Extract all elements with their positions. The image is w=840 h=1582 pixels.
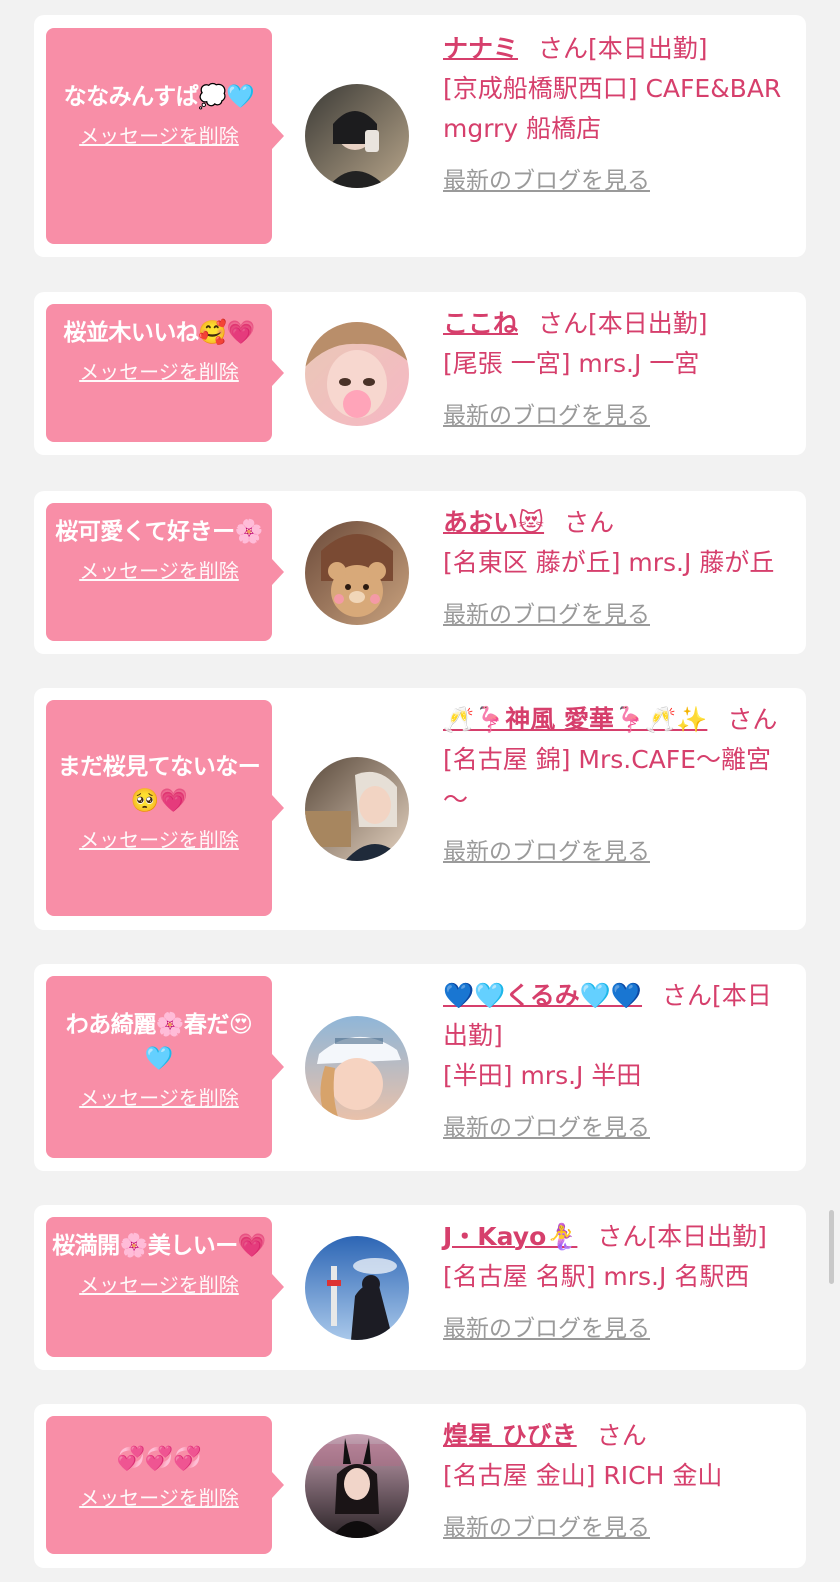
message-bubble: まだ桜見てないなー🥺💗 メッセージを削除 — [46, 700, 284, 916]
name-line: ここね さん[本日出勤] — [443, 304, 793, 344]
latest-blog-link[interactable]: 最新のブログを見る — [443, 161, 650, 195]
message-list: ななみんすぱ💭🩵 メッセージを削除 ナナミ さん[本日出勤] [京成船橋駅西口] … — [0, 0, 840, 1582]
honorific: さん — [596, 1421, 647, 1450]
shop-text: [名古屋 名駅] mrs.J 名駅西 — [443, 1262, 750, 1291]
honorific: さん — [662, 981, 713, 1010]
status-text: [本日出勤] — [588, 34, 708, 63]
name-line: 煌星 ひびき さん — [443, 1416, 793, 1456]
status-text: [本日出勤] — [588, 309, 708, 338]
message-bubble: 桜満開🌸美しいー💗 メッセージを削除 — [46, 1217, 284, 1357]
avatar-photo — [305, 521, 409, 625]
message-text: 💞💞💞 — [116, 1446, 202, 1472]
name-line: J・Kayo🧜‍♀️ さん[本日出勤] — [443, 1217, 793, 1257]
cast-info: ここね さん[本日出勤] [尾張 一宮] mrs.J 一宮 最新のブログを見る — [443, 304, 793, 430]
delete-message-link[interactable]: メッセージを削除 — [79, 1269, 239, 1298]
name-line: あおい😻 さん — [443, 503, 793, 543]
shop-text: [半田] mrs.J 半田 — [443, 1061, 642, 1090]
name-line: ナナミ さん[本日出勤] — [443, 29, 793, 69]
message-card: 💞💞💞 メッセージを削除 煌星 ひびき さん [名古屋 金山] RICH 金山 最… — [34, 1404, 806, 1568]
delete-message-link[interactable]: メッセージを削除 — [79, 120, 239, 149]
cast-info: J・Kayo🧜‍♀️ さん[本日出勤] [名古屋 名駅] mrs.J 名駅西 最新… — [443, 1217, 793, 1343]
latest-blog-link[interactable]: 最新のブログを見る — [443, 1309, 650, 1343]
honorific: さん — [727, 705, 778, 734]
message-bubble: わあ綺麗🌸春だ😍🩵 メッセージを削除 — [46, 976, 284, 1158]
cast-name-link[interactable]: 🥂🦩神風 愛華🦩🥂✨ — [443, 705, 707, 734]
latest-blog-link[interactable]: 最新のブログを見る — [443, 1108, 650, 1142]
cast-name-link[interactable]: ここね — [443, 309, 518, 338]
cast-name-link[interactable]: あおい😻 — [443, 508, 544, 537]
avatar[interactable] — [305, 322, 409, 426]
avatar[interactable] — [305, 84, 409, 188]
message-card: 桜可愛くて好きー🌸 メッセージを削除 あおい😻 さん [名東区 藤が丘] mrs… — [34, 491, 806, 654]
delete-message-link[interactable]: メッセージを削除 — [79, 555, 239, 584]
message-text: ななみんすぱ💭🩵 — [63, 84, 255, 110]
message-bubble: 💞💞💞 メッセージを削除 — [46, 1416, 284, 1554]
avatar[interactable] — [305, 521, 409, 625]
latest-blog-link[interactable]: 最新のブログを見る — [443, 595, 650, 629]
message-text: 桜可愛くて好きー🌸 — [55, 519, 263, 545]
cast-name-link[interactable]: 煌星 ひびき — [443, 1421, 577, 1450]
avatar[interactable] — [305, 1434, 409, 1538]
message-text: 桜並木いいね🥰💗 — [63, 320, 255, 346]
name-line: 💙🩵くるみ🩵💙 さん[本日出勤] — [443, 976, 793, 1056]
message-text: まだ桜見てないなー🥺💗 — [57, 754, 261, 814]
status-text: [本日出勤] — [647, 1222, 767, 1251]
latest-blog-link[interactable]: 最新のブログを見る — [443, 1508, 650, 1542]
message-bubble: 桜並木いいね🥰💗 メッセージを削除 — [46, 304, 284, 442]
cast-info: 煌星 ひびき さん [名古屋 金山] RICH 金山 最新のブログを見る — [443, 1416, 793, 1542]
latest-blog-link[interactable]: 最新のブログを見る — [443, 832, 650, 866]
shop-text: [名東区 藤が丘] mrs.J 藤が丘 — [443, 548, 775, 577]
delete-message-link[interactable]: メッセージを削除 — [79, 356, 239, 385]
message-card: 桜満開🌸美しいー💗 メッセージを削除 J・Kayo🧜‍♀️ さん[本日出勤] [名… — [34, 1205, 806, 1370]
name-line: 🥂🦩神風 愛華🦩🥂✨ さん — [443, 700, 793, 740]
avatar-photo — [305, 322, 409, 426]
shop-text: [尾張 一宮] mrs.J 一宮 — [443, 349, 700, 378]
cast-name-link[interactable]: 💙🩵くるみ🩵💙 — [443, 981, 642, 1010]
delete-message-link[interactable]: メッセージを削除 — [79, 1082, 239, 1111]
cast-info: 🥂🦩神風 愛華🦩🥂✨ さん [名古屋 錦] Mrs.CAFE～離宮～ 最新のブログ… — [443, 700, 793, 866]
message-text: 桜満開🌸美しいー💗 — [52, 1233, 266, 1259]
avatar-photo — [305, 1236, 409, 1340]
avatar-photo — [305, 1434, 409, 1538]
avatar-photo — [305, 1016, 409, 1120]
shop-text: [名古屋 錦] Mrs.CAFE～離宮～ — [443, 745, 771, 814]
honorific: さん — [597, 1222, 648, 1251]
message-bubble: ななみんすぱ💭🩵 メッセージを削除 — [46, 28, 284, 244]
cast-info: ナナミ さん[本日出勤] [京成船橋駅西口] CAFE&BAR mgrry 船橋店… — [443, 29, 793, 195]
honorific: さん — [538, 34, 589, 63]
cast-info: 💙🩵くるみ🩵💙 さん[本日出勤] [半田] mrs.J 半田 最新のブログを見る — [443, 976, 793, 1142]
message-bubble: 桜可愛くて好きー🌸 メッセージを削除 — [46, 503, 284, 641]
message-card: 桜並木いいね🥰💗 メッセージを削除 ここね さん[本日出勤] [尾張 一宮] mr… — [34, 292, 806, 455]
message-card: ななみんすぱ💭🩵 メッセージを削除 ナナミ さん[本日出勤] [京成船橋駅西口] … — [34, 15, 806, 257]
delete-message-link[interactable]: メッセージを削除 — [79, 824, 239, 853]
avatar-photo — [305, 757, 409, 861]
avatar[interactable] — [305, 1236, 409, 1340]
avatar-photo — [305, 84, 409, 188]
cast-name-link[interactable]: J・Kayo🧜‍♀️ — [443, 1222, 577, 1251]
honorific: さん — [538, 309, 589, 338]
cast-name-link[interactable]: ナナミ — [443, 34, 518, 63]
scrollbar[interactable] — [829, 1210, 834, 1284]
delete-message-link[interactable]: メッセージを削除 — [79, 1482, 239, 1511]
shop-text: [名古屋 金山] RICH 金山 — [443, 1461, 723, 1490]
latest-blog-link[interactable]: 最新のブログを見る — [443, 396, 650, 430]
cast-info: あおい😻 さん [名東区 藤が丘] mrs.J 藤が丘 最新のブログを見る — [443, 503, 793, 629]
honorific: さん — [564, 508, 615, 537]
avatar[interactable] — [305, 757, 409, 861]
message-card: まだ桜見てないなー🥺💗 メッセージを削除 🥂🦩神風 愛華🦩🥂✨ さん [名古屋 錦… — [34, 688, 806, 930]
message-text: わあ綺麗🌸春だ😍🩵 — [65, 1012, 253, 1072]
shop-text: [京成船橋駅西口] CAFE&BAR mgrry 船橋店 — [443, 74, 782, 143]
message-card: わあ綺麗🌸春だ😍🩵 メッセージを削除 💙🩵くるみ🩵💙 さん[本日出勤] [半田] … — [34, 964, 806, 1171]
avatar[interactable] — [305, 1016, 409, 1120]
